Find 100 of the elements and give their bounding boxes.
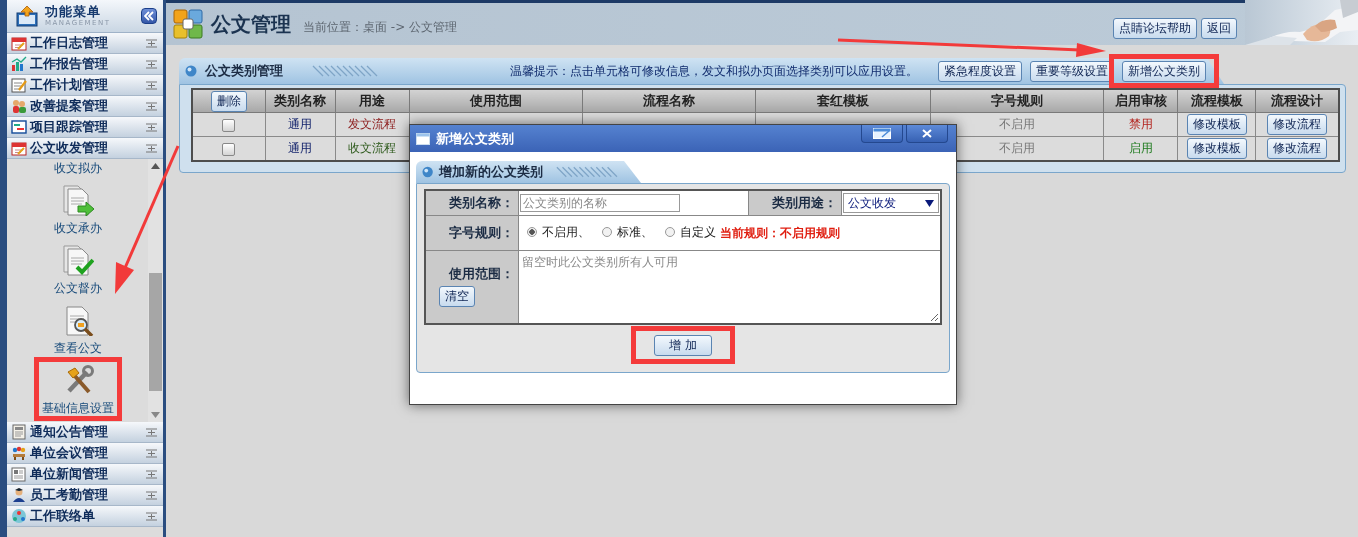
submenu-item[interactable]: 查看公文 bbox=[53, 296, 102, 356]
close-icon bbox=[922, 129, 932, 138]
menu-group-label: 员工考勤管理 bbox=[30, 486, 109, 504]
expand-icon bbox=[146, 427, 157, 437]
radio-option[interactable]: 标准、 bbox=[602, 223, 653, 241]
radio-option[interactable]: 自定义 bbox=[665, 223, 716, 241]
submenu-item[interactable]: 基础信息设置 bbox=[41, 356, 114, 416]
scroll-down-icon bbox=[151, 412, 160, 418]
maximize-button[interactable] bbox=[861, 125, 903, 143]
menu-group-label: 工作报告管理 bbox=[30, 55, 109, 73]
edit-button[interactable]: 修改模板 bbox=[1186, 138, 1247, 159]
radio-option[interactable]: 不启用、 bbox=[527, 223, 590, 241]
column-header: 流程设计 bbox=[1255, 89, 1339, 113]
edit-button[interactable]: 修改模板 bbox=[1186, 114, 1247, 135]
scrollbar-thumb[interactable] bbox=[149, 273, 162, 391]
meeting-icon bbox=[11, 445, 27, 461]
delete-button[interactable]: 删除 bbox=[210, 90, 247, 112]
menu-group-label: 工作计划管理 bbox=[30, 76, 109, 94]
expand-icon bbox=[146, 511, 157, 521]
expand-icon bbox=[146, 490, 157, 500]
expand-icon bbox=[146, 80, 157, 90]
bullet-icon bbox=[185, 65, 197, 77]
row-checkbox[interactable] bbox=[222, 118, 236, 132]
column-header: 启用审核 bbox=[1103, 89, 1178, 113]
scrollbar[interactable] bbox=[148, 159, 163, 422]
field-label: 类别用途： bbox=[748, 190, 842, 216]
tip-text: 温馨提示：点击单元格可修改信息，发文和拟办页面选择类别可以应用设置。 bbox=[510, 62, 918, 80]
edit-button[interactable]: 修改流程 bbox=[1267, 138, 1328, 159]
column-header: 使用范围 bbox=[409, 89, 583, 113]
dialog-title: 新增公文类别 bbox=[436, 129, 514, 148]
toolbar-button[interactable]: 紧急程度设置 bbox=[938, 60, 1022, 82]
network-icon bbox=[11, 508, 27, 524]
expand-icon bbox=[146, 143, 157, 153]
document-icon bbox=[11, 424, 27, 440]
edit-button[interactable]: 修改流程 bbox=[1267, 114, 1328, 135]
submenu-item[interactable]: 收文承办 bbox=[53, 176, 102, 236]
puzzle-logo-icon bbox=[173, 9, 203, 39]
menu-group[interactable]: 改善提案管理 bbox=[7, 96, 163, 117]
caret-icon bbox=[925, 199, 934, 207]
menu-group[interactable]: 员工考勤管理 bbox=[7, 485, 163, 506]
submenu-item[interactable]: 公文督办 bbox=[53, 236, 102, 296]
column-header: 流程名称 bbox=[582, 89, 756, 113]
menu-group-label: 改善提案管理 bbox=[30, 97, 109, 115]
current-rule-text: 当前规则：不启用规则 bbox=[720, 226, 840, 241]
calendar-icon bbox=[11, 35, 27, 51]
panel-title: 增加新的公文类别 bbox=[439, 163, 544, 181]
maximize-icon bbox=[873, 128, 891, 139]
bullet-icon bbox=[422, 166, 434, 178]
column-header: 类别名称 bbox=[265, 89, 336, 113]
document-arrow-icon bbox=[61, 184, 94, 216]
menu-group[interactable]: 项目跟踪管理 bbox=[7, 117, 163, 138]
menu-group-label: 公文收发管理 bbox=[30, 139, 109, 157]
menu-group-label: 单位新闻管理 bbox=[30, 465, 109, 483]
add-button[interactable]: 增 加 bbox=[654, 335, 712, 356]
field-label: 字号规则： bbox=[425, 215, 519, 251]
menu-group[interactable]: 工作日志管理 bbox=[7, 33, 163, 54]
board-icon bbox=[11, 119, 27, 135]
menu-group[interactable]: 公文收发管理 bbox=[7, 138, 163, 159]
calendar-icon bbox=[11, 140, 27, 156]
column-header: 字号规则 bbox=[930, 89, 1104, 113]
menu-group-label: 工作联络单 bbox=[30, 507, 96, 525]
name-input-field[interactable]: 公文类别的名称 bbox=[520, 194, 680, 212]
menu-group[interactable]: 单位会议管理 bbox=[7, 443, 163, 464]
field-label: 类别名称： bbox=[425, 190, 519, 216]
window-icon bbox=[416, 132, 430, 145]
expand-icon bbox=[146, 448, 157, 458]
header-button[interactable]: 返回 bbox=[1201, 17, 1237, 39]
notepad-icon bbox=[11, 77, 27, 93]
expand-icon bbox=[146, 59, 157, 69]
expand-icon bbox=[146, 38, 157, 48]
menu-group-label: 通知公告管理 bbox=[30, 423, 109, 441]
column-header: 用途 bbox=[335, 89, 410, 113]
double-chevron-icon bbox=[144, 11, 154, 21]
field-label: 使用范围： bbox=[449, 265, 514, 283]
submenu-item[interactable]: 收文拟办 bbox=[53, 159, 102, 176]
header-button[interactable]: 点睛论坛帮助 bbox=[1113, 17, 1197, 39]
people-icon bbox=[11, 98, 27, 114]
document-check-icon bbox=[61, 244, 94, 276]
newspaper-icon bbox=[11, 466, 27, 482]
toolbar-button[interactable]: 新增公文类别 bbox=[1122, 60, 1206, 82]
purpose-dropdown[interactable]: 公文收发 bbox=[843, 193, 939, 213]
menu-group[interactable]: 工作报告管理 bbox=[7, 54, 163, 75]
clear-button[interactable]: 清空 bbox=[439, 286, 475, 307]
collapse-button[interactable] bbox=[141, 8, 157, 24]
panel-title: 公文类别管理 bbox=[205, 62, 283, 80]
close-button[interactable] bbox=[906, 125, 948, 143]
menu-group-label: 项目跟踪管理 bbox=[30, 118, 109, 136]
scroll-up-icon bbox=[151, 163, 160, 169]
menu-group[interactable]: 通知公告管理 bbox=[7, 422, 163, 443]
row-checkbox[interactable] bbox=[222, 142, 236, 156]
expand-icon bbox=[146, 101, 157, 111]
menu-box-icon bbox=[15, 5, 39, 27]
menu-group[interactable]: 工作计划管理 bbox=[7, 75, 163, 96]
expand-icon bbox=[146, 122, 157, 132]
bar-chart-icon bbox=[11, 56, 27, 72]
expand-icon bbox=[146, 469, 157, 479]
menu-group[interactable]: 单位新闻管理 bbox=[7, 464, 163, 485]
menu-group[interactable]: 工作联络单 bbox=[7, 506, 163, 527]
column-header: 套红模板 bbox=[755, 89, 931, 113]
breadcrumb: 当前位置：桌面 -> 公文管理 bbox=[303, 18, 457, 36]
